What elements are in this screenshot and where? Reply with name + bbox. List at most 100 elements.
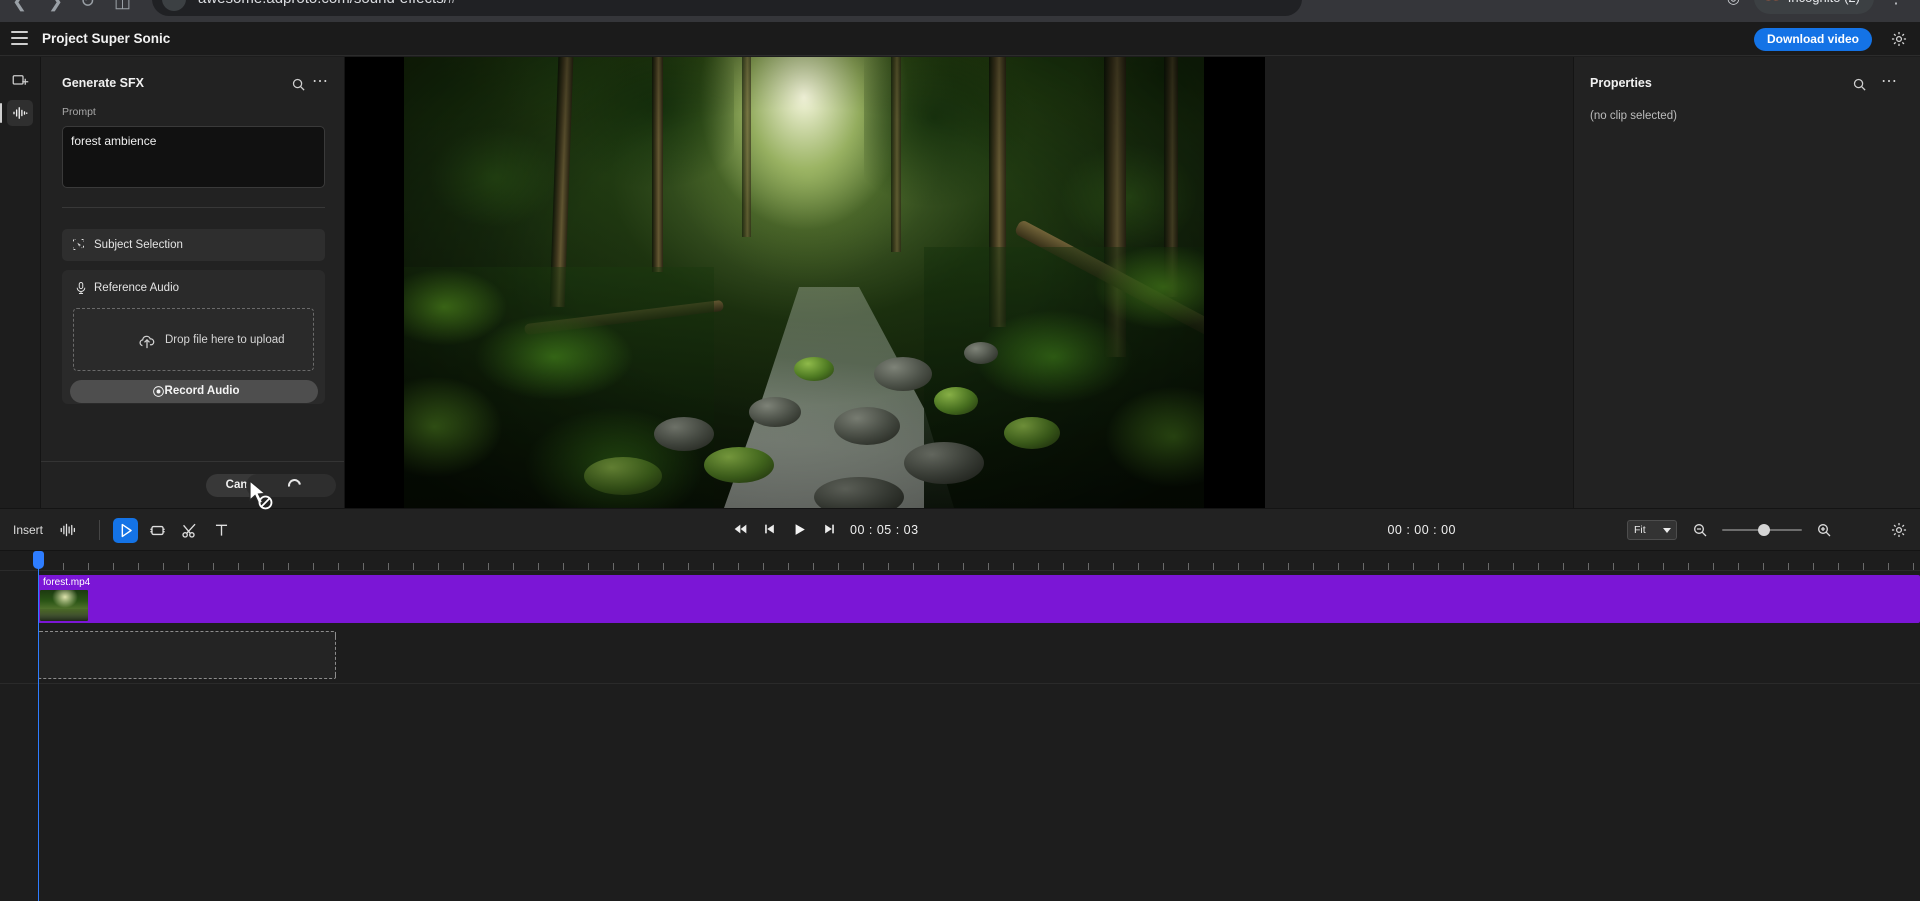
ruler-tick xyxy=(1238,563,1239,570)
reference-audio-card: Reference Audio Drop file here to upload… xyxy=(62,270,325,404)
ruler-tick xyxy=(488,563,489,570)
zoom-in-icon[interactable] xyxy=(1816,522,1832,543)
timeline-clip-forest[interactable]: forest.mp4 xyxy=(38,575,1920,623)
hamburger-menu-icon[interactable] xyxy=(11,31,28,45)
search-icon[interactable] xyxy=(1852,77,1867,97)
timeline-toolbar: Insert 00 : 00 : 00 xyxy=(0,508,1920,550)
search-icon[interactable] xyxy=(291,77,306,97)
reload-icon[interactable]: ↻ xyxy=(80,0,95,12)
site-info-shield-icon[interactable] xyxy=(162,0,186,11)
step-back-button[interactable] xyxy=(762,521,779,542)
reference-audio-title: Reference Audio xyxy=(94,280,179,296)
tab-group-icon[interactable]: ◫ xyxy=(114,0,131,12)
forward-arrow-icon[interactable]: ❯ xyxy=(48,0,63,12)
ruler-tick xyxy=(1263,563,1264,570)
extensions-icon[interactable]: ◎ xyxy=(1727,0,1740,7)
ruler-tick xyxy=(1538,563,1539,570)
omnibox[interactable]: awesome.adproto.com/sound-effects/# xyxy=(152,0,1302,16)
video-preview-frame[interactable] xyxy=(404,57,1204,508)
upload-dropzone[interactable]: Drop file here to upload xyxy=(73,308,314,371)
ruler-tick xyxy=(63,563,64,570)
record-audio-button[interactable]: Record Audio xyxy=(70,380,318,403)
ruler-tick xyxy=(1488,563,1489,570)
ruler-tick xyxy=(438,563,439,570)
timeline-ruler[interactable] xyxy=(0,551,1920,571)
text-tool-button[interactable] xyxy=(209,518,234,543)
chevron-down-icon xyxy=(1663,528,1671,533)
ruler-tick xyxy=(688,563,689,570)
playhead-handle[interactable] xyxy=(33,551,44,569)
ruler-tick xyxy=(1013,563,1014,570)
ruler-tick xyxy=(888,563,889,570)
loading-spinner-icon xyxy=(285,476,303,494)
ruler-tick xyxy=(1438,563,1439,570)
ruler-tick xyxy=(88,563,89,570)
incognito-label: Incognito (2) xyxy=(1788,0,1860,5)
ruler-tick xyxy=(263,563,264,570)
divider xyxy=(62,207,325,208)
prompt-input[interactable]: forest ambience xyxy=(62,126,325,188)
timeline-track-audio xyxy=(0,629,1920,683)
clip-name-label: forest.mp4 xyxy=(43,577,90,588)
insert-button[interactable]: Insert xyxy=(13,509,43,551)
zoom-slider-knob[interactable] xyxy=(1758,524,1770,536)
ruler-tick xyxy=(638,563,639,570)
step-forward-button[interactable] xyxy=(820,521,837,542)
more-options-icon[interactable]: ⋯ xyxy=(1881,75,1898,89)
divider xyxy=(0,683,1920,684)
gear-icon[interactable] xyxy=(1890,521,1908,544)
incognito-badge[interactable]: 👓 Incognito (2) xyxy=(1754,0,1874,14)
subject-selection-icon xyxy=(71,237,86,257)
ruler-tick xyxy=(1113,563,1114,570)
zoom-out-icon[interactable] xyxy=(1692,522,1708,543)
vignette-overlay xyxy=(404,57,1204,508)
ruler-tick xyxy=(288,563,289,570)
ruler-tick xyxy=(363,563,364,570)
omnibox-url-text: awesome.adproto.com/sound-effects/# xyxy=(198,0,456,16)
ruler-tick xyxy=(1513,563,1514,570)
ruler-tick xyxy=(513,563,514,570)
audio-waveform-icon[interactable] xyxy=(58,521,78,544)
sidebar-item-media-library[interactable] xyxy=(7,68,33,94)
download-video-button[interactable]: Download video xyxy=(1754,28,1872,51)
back-arrow-icon[interactable]: ❮ xyxy=(12,0,27,12)
ruler-tick xyxy=(938,563,939,570)
gear-icon[interactable] xyxy=(1890,30,1908,48)
ruler-tick xyxy=(1813,563,1814,570)
pending-sfx-placeholder[interactable] xyxy=(38,631,336,679)
ruler-tick xyxy=(1588,563,1589,570)
ruler-tick xyxy=(113,563,114,570)
zoom-fit-value: Fit xyxy=(1634,521,1646,540)
select-tool-button[interactable] xyxy=(113,518,138,543)
generate-button[interactable] xyxy=(246,474,336,497)
cut-tool-button[interactable] xyxy=(177,518,202,543)
ruler-tick xyxy=(1563,563,1564,570)
clip-thumbnail xyxy=(40,590,88,621)
ruler-tick xyxy=(1613,563,1614,570)
ruler-tick xyxy=(213,563,214,570)
subject-selection-label: Subject Selection xyxy=(94,229,183,261)
ruler-tick xyxy=(563,563,564,570)
ruler-tick xyxy=(1463,563,1464,570)
ruler-tick xyxy=(1313,563,1314,570)
sidebar-item-audio-sfx[interactable] xyxy=(7,100,33,126)
properties-title: Properties xyxy=(1590,76,1652,90)
ruler-tick xyxy=(1413,563,1414,570)
ruler-tick xyxy=(1788,563,1789,570)
browser-menu-kebab-icon[interactable]: ⋮ xyxy=(1888,0,1904,8)
ruler-tick xyxy=(188,563,189,570)
play-button[interactable] xyxy=(791,521,808,543)
subject-selection-button[interactable]: Subject Selection xyxy=(62,229,325,261)
ruler-tick xyxy=(1688,563,1689,570)
more-options-icon[interactable]: ⋯ xyxy=(312,75,329,89)
ruler-tick xyxy=(1763,563,1764,570)
ruler-tick xyxy=(313,563,314,570)
skip-back-button[interactable] xyxy=(732,521,750,542)
ruler-tick xyxy=(913,563,914,570)
crop-tool-button[interactable] xyxy=(145,518,170,543)
properties-empty-state: (no clip selected) xyxy=(1590,110,1677,122)
ruler-tick xyxy=(1663,563,1664,570)
ruler-tick xyxy=(538,563,539,570)
zoom-fit-select[interactable]: Fit xyxy=(1627,520,1677,540)
total-timecode: 00 : 05 : 03 xyxy=(850,509,919,551)
